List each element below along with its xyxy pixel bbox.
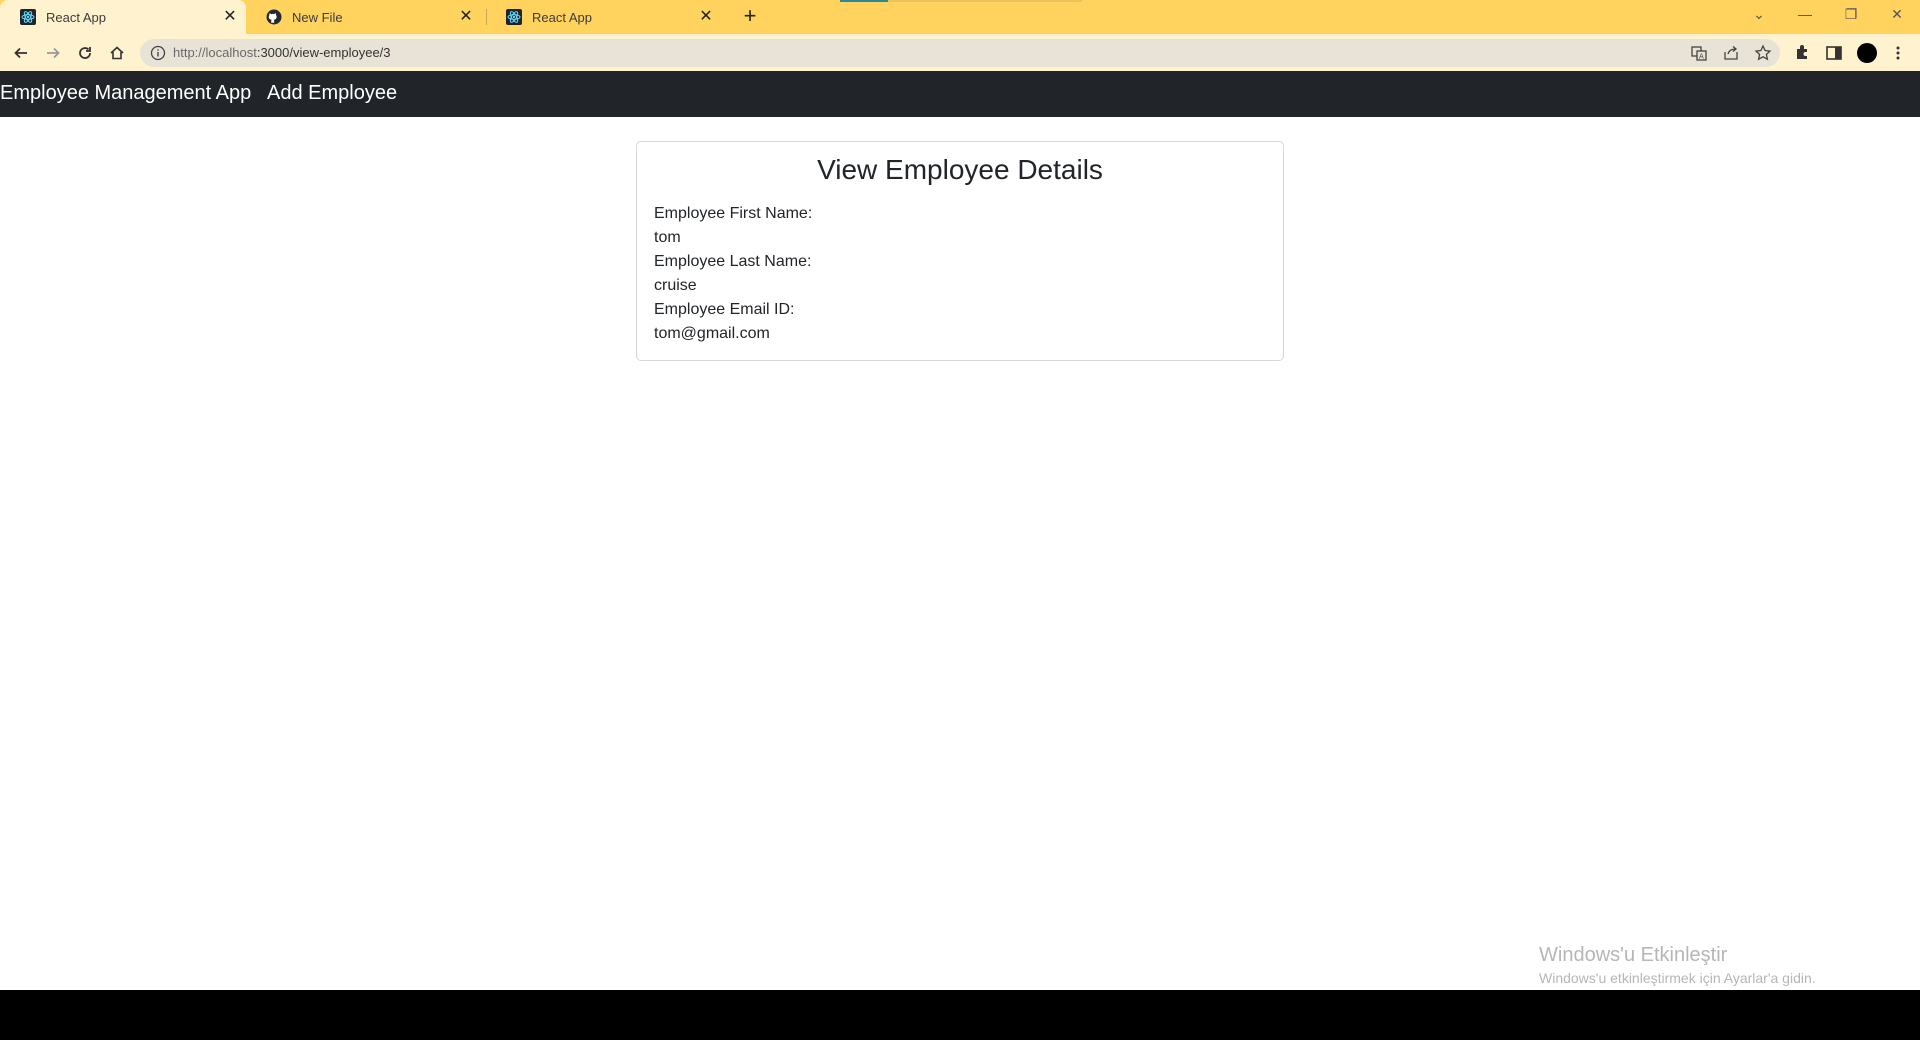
employee-details-card: View Employee Details Employee First Nam… — [636, 141, 1284, 361]
url-text: http://localhost:3000/view-employee/3 — [173, 45, 391, 60]
new-tab-button[interactable]: + — [737, 4, 763, 30]
side-panel-icon[interactable] — [1824, 43, 1844, 63]
windows-activation-subtitle: Windows'u etkinleştirmek için Ayarlar'a … — [1539, 970, 1816, 986]
last-name-label: Employee Last Name: — [654, 253, 812, 270]
web-page: Employee Management App Add Employee Vie… — [0, 71, 1920, 990]
close-tab-icon[interactable]: ✕ — [698, 9, 714, 25]
github-icon — [266, 9, 282, 25]
tab-title: New File — [292, 9, 343, 25]
react-icon — [20, 9, 36, 25]
add-employee-link[interactable]: Add Employee — [267, 82, 397, 105]
home-icon[interactable] — [104, 40, 130, 66]
extensions-icon[interactable] — [1792, 43, 1812, 63]
back-icon[interactable] — [8, 40, 34, 66]
restore-button[interactable]: ❐ — [1828, 0, 1874, 30]
tab-strip-accent-2 — [888, 0, 1082, 2]
tab-strip-accent — [840, 0, 888, 2]
browser-tab-strip: React App ✕ New File ✕ React App ✕ + ⌄ —… — [0, 0, 1920, 34]
share-icon[interactable] — [1722, 44, 1740, 62]
profile-avatar[interactable] — [1857, 43, 1877, 63]
reload-icon[interactable] — [72, 40, 98, 66]
translate-icon[interactable]: A — [1690, 44, 1708, 62]
app-brand-link[interactable]: Employee Management App — [0, 82, 251, 105]
react-icon — [506, 9, 522, 25]
browser-toolbar: http://localhost:3000/view-employee/3 A — [0, 34, 1920, 71]
app-navbar: Employee Management App Add Employee — [0, 71, 1920, 117]
card-body: Employee First Name: tom Employee Last N… — [654, 202, 1264, 346]
last-name-value: cruise — [654, 277, 697, 294]
url-path: :3000/view-employee/3 — [256, 45, 391, 60]
info-icon[interactable] — [150, 45, 166, 61]
svg-text:A: A — [1699, 53, 1704, 61]
first-name-label: Employee First Name: — [654, 205, 813, 222]
close-window-button[interactable]: ✕ — [1874, 0, 1920, 30]
card-title: View Employee Details — [817, 154, 1103, 185]
tab-title: React App — [532, 9, 592, 25]
windows-activation-title: Windows'u Etkinleştir — [1539, 944, 1728, 966]
tab-search-icon[interactable]: ⌄ — [1736, 0, 1782, 30]
tab-react-app-2[interactable]: React App ✕ — [486, 0, 722, 34]
menu-kebab-icon[interactable] — [1888, 43, 1908, 63]
address-bar[interactable]: http://localhost:3000/view-employee/3 A — [140, 39, 1780, 67]
tab-react-app-1[interactable]: React App ✕ — [0, 0, 246, 34]
close-tab-icon[interactable]: ✕ — [458, 9, 474, 25]
minimize-button[interactable]: — — [1782, 0, 1828, 30]
forward-icon[interactable] — [40, 40, 66, 66]
bookmark-star-icon[interactable] — [1754, 44, 1772, 62]
close-tab-icon[interactable]: ✕ — [222, 9, 238, 25]
tab-title: React App — [46, 9, 106, 25]
email-label: Employee Email ID: — [654, 301, 795, 318]
first-name-value: tom — [654, 229, 681, 246]
tab-new-file[interactable]: New File ✕ — [246, 0, 482, 34]
url-host: http://localhost — [173, 45, 257, 60]
email-value: tom@gmail.com — [654, 325, 770, 342]
